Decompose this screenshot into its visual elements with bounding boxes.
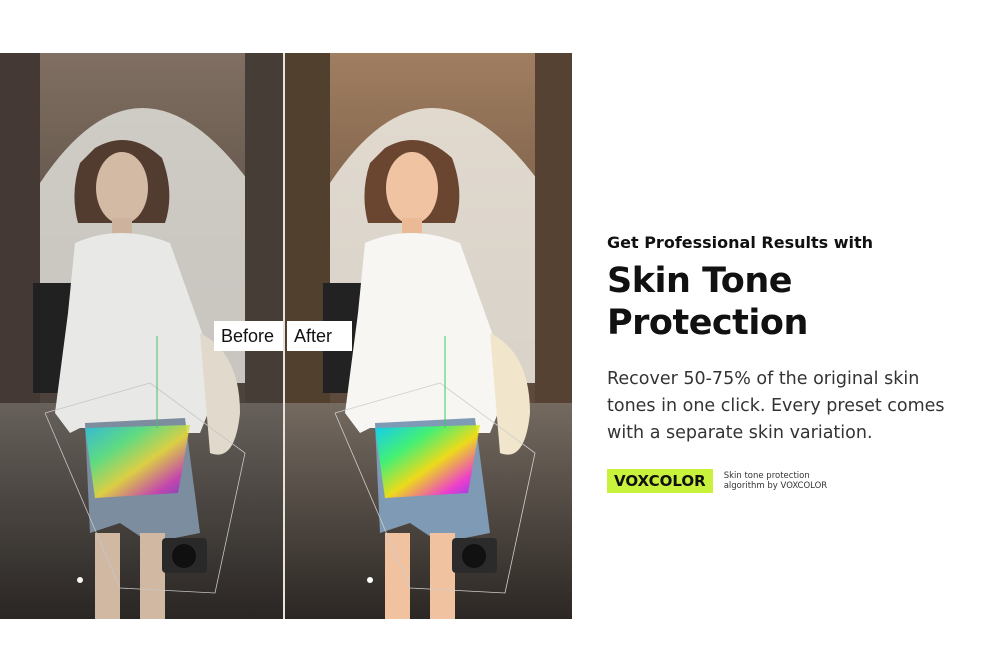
marketing-copy: Get Professional Results with Skin Tone … xyxy=(607,233,987,493)
subtitle: Get Professional Results with xyxy=(607,233,874,252)
brand-badge: VOXCOLOR xyxy=(607,469,713,493)
body-text: Recover 50-75% of the original skin tone… xyxy=(607,369,945,443)
before-after-comparison: Before After xyxy=(0,53,572,619)
before-label: Before xyxy=(214,321,283,351)
brand-row: VOXCOLOR Skin tone protection algorithm … xyxy=(607,469,987,493)
headline: Skin Tone Protection xyxy=(607,261,808,343)
brand-caption: Skin tone protection algorithm by VOXCOL… xyxy=(723,471,828,491)
after-label: After xyxy=(287,321,352,351)
